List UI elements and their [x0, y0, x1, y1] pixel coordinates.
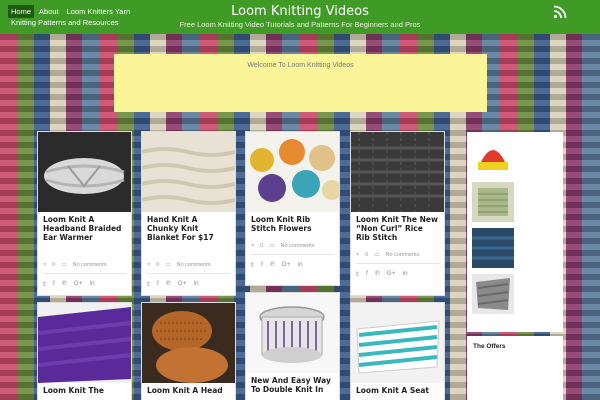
comments-link[interactable]: No comments: [281, 243, 315, 249]
like-count: 0: [365, 252, 369, 258]
post-thumbnail[interactable]: [38, 303, 131, 383]
post-thumbnail[interactable]: [246, 132, 339, 212]
share-bar: 𝕥 f ℗ G+ in: [38, 274, 131, 288]
facebook-icon[interactable]: f: [53, 280, 55, 288]
site-title[interactable]: Loom Knitting Videos: [0, 4, 600, 19]
linkedin-icon[interactable]: in: [403, 270, 408, 278]
sidebar-thumbnail[interactable]: [472, 182, 514, 222]
post-title[interactable]: Loom Knit The: [38, 383, 131, 395]
post-meta: ♥ 0 ▭ No comments: [246, 243, 339, 249]
post-title[interactable]: Loom Knit A Seat: [351, 383, 444, 395]
comments-link[interactable]: No comments: [177, 262, 211, 268]
welcome-banner: Welcome To Loom Knitting Videos: [114, 54, 487, 112]
comment-icon: ▭: [269, 243, 275, 249]
post-thumbnail[interactable]: [38, 132, 131, 212]
sidebar-thumbnail[interactable]: [472, 136, 514, 176]
google-plus-icon[interactable]: G+: [178, 280, 187, 288]
post-card[interactable]: Hand Knit A Chunky Knit Blanket For $17 …: [141, 131, 236, 296]
sidebar-thumbnail[interactable]: [472, 228, 514, 268]
like-count: 0: [260, 243, 264, 249]
sidebar-widget: [467, 132, 563, 332]
facebook-icon[interactable]: f: [366, 270, 368, 278]
post-card[interactable]: Loom Knit The New “Non Curl” Rice Rib St…: [350, 131, 445, 296]
google-plus-icon[interactable]: G+: [387, 270, 396, 278]
comment-icon: ▭: [165, 262, 171, 268]
comments-link[interactable]: No comments: [73, 262, 107, 268]
linkedin-icon[interactable]: in: [298, 261, 303, 269]
pinterest-icon[interactable]: ℗: [270, 261, 275, 269]
comment-icon: ▭: [61, 262, 67, 268]
pinterest-icon[interactable]: ℗: [375, 270, 380, 278]
heart-icon[interactable]: ♥: [43, 262, 46, 268]
site-header: Home About Loom Knitters Yarn Knitting P…: [0, 0, 600, 34]
linkedin-icon[interactable]: in: [194, 280, 199, 288]
heart-icon[interactable]: ♥: [356, 252, 359, 258]
post-thumbnail[interactable]: [246, 293, 339, 373]
offers-widget: The Offers: [467, 336, 563, 400]
share-bar: 𝕥 f ℗ G+ in: [246, 255, 339, 269]
twitter-icon[interactable]: 𝕥: [251, 261, 254, 269]
post-thumbnail[interactable]: [351, 132, 444, 212]
post-title[interactable]: Loom Knit The New “Non Curl” Rice Rib St…: [351, 212, 444, 242]
comment-icon: ▭: [374, 252, 380, 258]
post-title[interactable]: Loom Knit A Headband Braided Ear Warmer: [38, 212, 131, 242]
heart-icon[interactable]: ♥: [147, 262, 150, 268]
post-thumbnail[interactable]: [351, 303, 444, 383]
post-title[interactable]: New And Easy Way To Double Knit In: [246, 373, 339, 394]
twitter-icon[interactable]: 𝕥: [43, 280, 46, 288]
post-card[interactable]: Loom Knit A Seat: [350, 302, 445, 400]
offers-title: The Offers: [473, 343, 506, 350]
share-bar: 𝕥 f ℗ G+ in: [351, 264, 444, 278]
rss-icon[interactable]: [553, 5, 567, 19]
post-card[interactable]: Loom Knit A Headband Braided Ear Warmer …: [37, 131, 132, 296]
heart-icon[interactable]: ♥: [251, 243, 254, 249]
twitter-icon[interactable]: 𝕥: [147, 280, 150, 288]
pinterest-icon[interactable]: ℗: [62, 280, 67, 288]
google-plus-icon[interactable]: G+: [74, 280, 83, 288]
twitter-icon[interactable]: 𝕥: [356, 270, 359, 278]
linkedin-icon[interactable]: in: [90, 280, 95, 288]
welcome-text: Welcome To Loom Knitting Videos: [247, 62, 354, 69]
post-card[interactable]: Loom Knit A Head: [141, 302, 236, 400]
share-bar: 𝕥 f ℗ G+ in: [142, 274, 235, 288]
post-card[interactable]: New And Easy Way To Double Knit In: [245, 292, 340, 400]
post-meta: ♥ 0 ▭ No comments: [38, 262, 131, 268]
facebook-icon[interactable]: f: [261, 261, 263, 269]
post-thumbnail[interactable]: [142, 132, 235, 212]
post-title[interactable]: Loom Knit A Head: [142, 383, 235, 395]
pinterest-icon[interactable]: ℗: [166, 280, 171, 288]
post-meta: ♥ 0 ▭ No comments: [351, 252, 444, 258]
post-card[interactable]: Loom Knit The: [37, 302, 132, 400]
site-tagline: Free Loom Knitting Video Tutorials and P…: [179, 20, 421, 29]
post-title[interactable]: Loom Knit Rib Stitch Flowers: [246, 212, 339, 233]
google-plus-icon[interactable]: G+: [282, 261, 291, 269]
like-count: 0: [156, 262, 160, 268]
facebook-icon[interactable]: f: [157, 280, 159, 288]
post-card[interactable]: Loom Knit Rib Stitch Flowers ♥ 0 ▭ No co…: [245, 131, 340, 286]
post-title[interactable]: Hand Knit A Chunky Knit Blanket For $17: [142, 212, 235, 242]
sidebar-thumbnail[interactable]: [472, 274, 514, 314]
comments-link[interactable]: No comments: [386, 252, 420, 258]
like-count: 0: [52, 262, 56, 268]
post-meta: ♥ 0 ▭ No comments: [142, 262, 235, 268]
post-thumbnail[interactable]: [142, 303, 235, 383]
